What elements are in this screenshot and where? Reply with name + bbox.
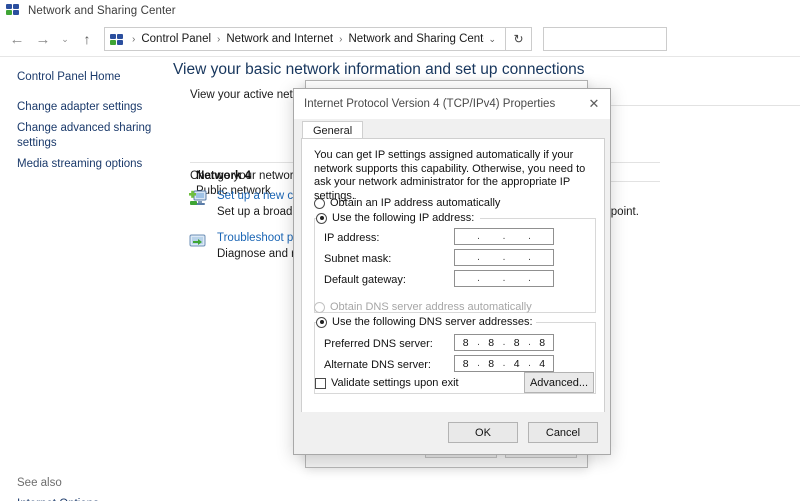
breadcrumb-separator: › — [217, 33, 221, 45]
validate-settings-checkbox[interactable]: Validate settings upon exit — [315, 377, 459, 389]
breadcrumb-item-network-and-sharing-center[interactable]: Network and Sharing Center — [347, 33, 484, 45]
breadcrumb-separator: › — [339, 33, 343, 45]
window-title: Network and Sharing Center — [28, 5, 176, 17]
breadcrumb-item-control-panel[interactable]: Control Panel — [140, 33, 212, 45]
new-connection-icon — [188, 190, 208, 208]
dot-separator: . — [528, 252, 531, 263]
dialog-titlebar: Internet Protocol Version 4 (TCP/IPv4) P… — [294, 89, 610, 119]
up-icon[interactable]: ↑ — [74, 26, 100, 52]
radio-icon — [314, 301, 325, 313]
radio-use-following-dns[interactable]: Use the following DNS server addresses: — [316, 316, 536, 328]
octet-2[interactable]: 8 — [481, 358, 503, 370]
breadcrumb: › Control Panel › Network and Internet ›… — [127, 33, 484, 45]
checkbox-label: Validate settings upon exit — [331, 377, 459, 389]
ip-address-input[interactable]: . . . — [454, 228, 554, 245]
header-divider — [0, 56, 800, 57]
network-icon — [110, 33, 123, 45]
octet-3[interactable]: 8 — [506, 337, 528, 349]
alternate-dns-input[interactable]: 8 . 8 . 4 . 4 — [454, 355, 554, 372]
radio-icon — [314, 197, 325, 209]
dot-separator: . — [477, 252, 480, 263]
content-divider-right — [611, 105, 800, 106]
dot-separator: . — [528, 231, 531, 242]
ip-address-label: IP address: — [324, 232, 380, 244]
preferred-dns-label: Preferred DNS server: — [324, 338, 433, 350]
breadcrumb-separator: › — [132, 33, 136, 45]
dot-separator: . — [502, 252, 506, 263]
window-titlebar: Network and Sharing Center — [0, 0, 800, 22]
radio-label: Obtain an IP address automatically — [330, 197, 501, 209]
preferred-dns-input[interactable]: 8 . 8 . 8 . 8 — [454, 334, 554, 351]
recent-locations-icon[interactable]: ⌄ — [56, 26, 74, 52]
sidebar-item-change-advanced-sharing-settings[interactable]: Change advanced sharing settings — [17, 121, 166, 151]
close-icon[interactable]: ✕ — [578, 89, 610, 119]
dot-separator: . — [502, 273, 506, 284]
octet-1[interactable]: 8 — [455, 337, 477, 349]
radio-label: Obtain DNS server address automatically — [330, 301, 532, 313]
subnet-mask-label: Subnet mask: — [324, 253, 392, 265]
octet-3[interactable]: 4 — [506, 358, 528, 370]
forward-icon[interactable]: → — [30, 26, 56, 52]
refresh-icon[interactable]: ↻ — [506, 27, 532, 51]
ok-button[interactable]: OK — [448, 422, 518, 443]
dialog-intro-text: You can get IP settings assigned automat… — [314, 149, 586, 202]
breadcrumb-item-network-and-internet[interactable]: Network and Internet — [225, 33, 334, 45]
radio-obtain-dns-automatically[interactable]: Obtain DNS server address automatically — [314, 301, 532, 313]
octet-4[interactable]: 8 — [532, 337, 554, 349]
sidebar-item-control-panel-home[interactable]: Control Panel Home — [17, 70, 166, 85]
radio-obtain-ip-automatically[interactable]: Obtain an IP address automatically — [314, 197, 500, 209]
default-gateway-label: Default gateway: — [324, 274, 406, 286]
general-tab-panel: You can get IP settings assigned automat… — [301, 138, 605, 414]
advanced-button[interactable]: Advanced... — [524, 372, 594, 393]
alternate-dns-label: Alternate DNS server: — [324, 359, 431, 371]
radio-label: Use the following DNS server addresses: — [332, 316, 533, 328]
network-sharing-center-window: Network and Sharing Center ← → ⌄ ↑ › Con… — [0, 0, 800, 501]
dot-separator: . — [477, 231, 480, 242]
octet-4[interactable]: 4 — [532, 358, 554, 370]
default-gateway-input[interactable]: . . . — [454, 270, 554, 287]
dot-separator: . — [477, 273, 480, 284]
radio-icon — [316, 316, 327, 328]
ipv4-properties-dialog[interactable]: Internet Protocol Version 4 (TCP/IPv4) P… — [293, 88, 611, 455]
dot-separator: . — [502, 231, 506, 242]
tab-strip: General — [294, 119, 610, 140]
sidebar-item-change-adapter-settings[interactable]: Change adapter settings — [17, 100, 166, 115]
network-icon — [6, 4, 20, 18]
dot-separator: . — [528, 273, 531, 284]
breadcrumb-bar[interactable]: › Control Panel › Network and Internet ›… — [104, 27, 506, 51]
dialog-footer: OK Cancel — [294, 412, 610, 454]
radio-icon — [316, 212, 327, 224]
radio-label: Use the following IP address: — [332, 212, 475, 224]
radio-use-following-ip[interactable]: Use the following IP address: — [316, 212, 478, 224]
troubleshoot-icon — [188, 232, 208, 250]
sidebar-item-media-streaming-options[interactable]: Media streaming options — [17, 157, 166, 172]
checkbox-icon — [315, 377, 326, 389]
page-title: View your basic network information and … — [173, 61, 585, 78]
navigation-buttons: ← → ⌄ ↑ — [0, 26, 100, 52]
search-input[interactable] — [543, 27, 667, 51]
back-icon[interactable]: ← — [4, 26, 30, 52]
sidebar: Control Panel Home Change adapter settin… — [0, 58, 166, 501]
chevron-down-icon[interactable]: ⌄ — [484, 34, 503, 45]
subnet-mask-input[interactable]: . . . — [454, 249, 554, 266]
octet-1[interactable]: 8 — [455, 358, 477, 370]
octet-2[interactable]: 8 — [481, 337, 503, 349]
content-divider-right-2 — [611, 181, 660, 182]
address-bar: ← → ⌄ ↑ › Control Panel › Network and In… — [0, 22, 800, 56]
cancel-button[interactable]: Cancel — [528, 422, 598, 443]
dialog-title: Internet Protocol Version 4 (TCP/IPv4) P… — [304, 98, 556, 110]
